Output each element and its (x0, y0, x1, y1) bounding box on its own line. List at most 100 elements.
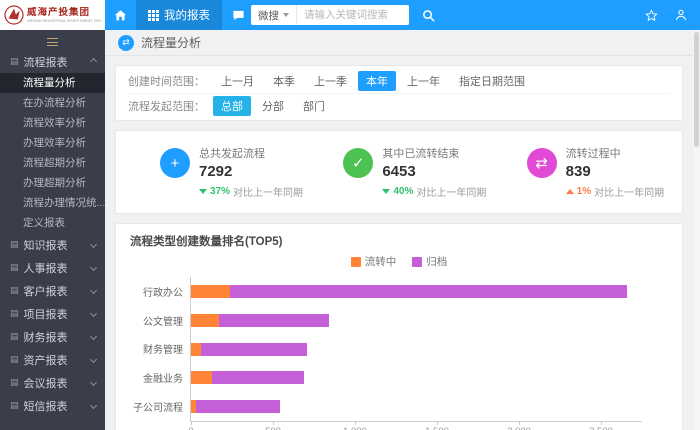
sidebar-subitem-4[interactable]: 流程超期分析 (0, 153, 105, 173)
sidebar-subitem-5[interactable]: 办理超期分析 (0, 173, 105, 193)
search-box: 微搜 (251, 5, 409, 25)
sidebar-subitem-7[interactable]: 定义报表 (0, 213, 105, 233)
sidebar-subitem-1[interactable]: 在办流程分析 (0, 93, 105, 113)
filter-option[interactable]: 分部 (254, 96, 292, 116)
tab-my-reports-label: 我的报表 (164, 7, 210, 23)
user-icon[interactable] (674, 8, 688, 22)
bar-金融业务-流转中 (191, 371, 212, 384)
axis-tick (273, 421, 274, 425)
stat-label: 流转过程中 (566, 145, 664, 161)
filter-option[interactable]: 上一季 (306, 71, 355, 91)
filter-label: 流程发起范围： (128, 98, 205, 114)
chart-plot: 行政办公公文管理财务管理金融业务子公司流程05001,0001,5002,000… (190, 277, 642, 422)
swap-icon: ⇄ (527, 148, 557, 178)
filter-option[interactable]: 指定日期范围 (451, 71, 533, 91)
trend-percent: 1% (577, 186, 591, 197)
stat-label: 其中已流转结束 (382, 145, 486, 161)
sidebar-section-6[interactable]: ▤资产报表 (0, 348, 105, 371)
bar-行政办公-流转中 (191, 285, 230, 298)
bar-行政办公-归档 (230, 285, 627, 298)
filter-option[interactable]: 部门 (295, 96, 333, 116)
section-icon: ▤ (10, 240, 19, 249)
trend-down-icon (382, 189, 390, 194)
stat-card-1: ✓其中已流转结束645340%对比上一年同期 (307, 145, 490, 199)
section-icon: ▤ (10, 355, 19, 364)
sidebar-collapse-button[interactable] (0, 34, 105, 50)
chevron-down-icon (90, 402, 97, 409)
sidebar-subitem-2[interactable]: 流程效率分析 (0, 113, 105, 133)
check-icon: ✓ (343, 148, 373, 178)
chart-card: 流程类型创建数量排名(TOP5) 流转中归档 行政办公公文管理财务管理金融业务子… (115, 223, 683, 430)
stat-value: 839 (566, 163, 664, 180)
section-icon: ▤ (10, 263, 19, 272)
sidebar-subitem-3[interactable]: 办理效率分析 (0, 133, 105, 153)
sidebar-section-label: 流程报表 (24, 54, 68, 70)
chevron-down-icon (90, 379, 97, 386)
sidebar-subitem-0[interactable]: 流程量分析 (0, 73, 105, 93)
trend-text: 对比上一年同期 (233, 184, 303, 199)
axis-tick-label: 1,500 (425, 426, 449, 430)
global-search: 微搜 (232, 0, 441, 30)
chevron-up-icon (90, 58, 97, 65)
plus-icon: + (160, 148, 190, 178)
legend-swatch (351, 257, 361, 267)
stat-trend: 37%对比上一年同期 (199, 184, 303, 199)
legend-item-流转中[interactable]: 流转中 (351, 254, 397, 269)
filter-option[interactable]: 上一年 (399, 71, 448, 91)
chevron-down-icon (90, 287, 97, 294)
legend-label: 流转中 (365, 254, 397, 269)
trend-percent: 37% (210, 186, 230, 197)
vertical-scrollbar[interactable] (693, 30, 700, 430)
axis-tick (191, 421, 192, 425)
chart-legend: 流转中归档 (130, 254, 668, 269)
trend-up-icon (566, 189, 574, 194)
star-icon[interactable] (645, 9, 658, 22)
stats-panel: +总共发起流程729237%对比上一年同期✓其中已流转结束645340%对比上一… (115, 130, 683, 214)
sidebar-section-1[interactable]: ▤知识报表 (0, 233, 105, 256)
hamburger-icon (47, 38, 58, 46)
chevron-down-icon (90, 356, 97, 363)
trend-down-icon (199, 189, 207, 194)
chevron-down-icon (90, 310, 97, 317)
axis-tick (437, 421, 438, 425)
sidebar-section-4[interactable]: ▤项目报表 (0, 302, 105, 325)
category-label: 子公司流程 (133, 392, 183, 421)
search-button[interactable] (415, 0, 441, 30)
sidebar-nav: ▤流程报表流程量分析在办流程分析流程效率分析办理效率分析流程超期分析办理超期分析… (0, 50, 105, 417)
sidebar-section-3[interactable]: ▤客户报表 (0, 279, 105, 302)
bar-金融业务-归档 (212, 371, 304, 384)
topbar-right (645, 8, 700, 22)
sidebar-section-5[interactable]: ▤财务报表 (0, 325, 105, 348)
axis-tick-label: 2,500 (589, 426, 613, 430)
filter-label: 创建时间范围： (128, 73, 205, 89)
sidebar-subitem-6[interactable]: 流程办理情况统... (0, 193, 105, 213)
sidebar-section-label: 会议报表 (24, 375, 68, 391)
home-button[interactable] (105, 0, 136, 30)
filter-option[interactable]: 本季 (265, 71, 303, 91)
legend-item-归档[interactable]: 归档 (412, 254, 447, 269)
filter-option[interactable]: 本年 (358, 71, 396, 91)
search-scope-dropdown[interactable]: 微搜 (251, 5, 297, 25)
filter-option[interactable]: 上一月 (213, 71, 262, 91)
company-logo[interactable]: 威海产投集团 WEIHAI INDUSTRIAL INVESTMENT GROU… (0, 0, 105, 30)
sidebar-section-7[interactable]: ▤会议报表 (0, 371, 105, 394)
main-content: ⇄ 流程量分析 创建时间范围：上一月本季上一季本年上一年指定日期范围流程发起范围… (105, 30, 693, 430)
axis-tick (355, 421, 356, 425)
bar-财务管理-归档 (201, 343, 308, 356)
stat-trend: 40%对比上一年同期 (382, 184, 486, 199)
stat-trend: 1%对比上一年同期 (566, 184, 664, 199)
search-scope-label: 微搜 (258, 8, 279, 23)
tab-my-reports[interactable]: 我的报表 (136, 0, 222, 30)
chart-title: 流程类型创建数量排名(TOP5) (130, 233, 668, 249)
sidebar-section-0[interactable]: ▤流程报表 (0, 50, 105, 73)
sidebar-section-8[interactable]: ▤短信报表 (0, 394, 105, 417)
sidebar-section-label: 客户报表 (24, 283, 68, 299)
search-input[interactable] (297, 5, 409, 25)
sidebar-section-2[interactable]: ▤人事报表 (0, 256, 105, 279)
scrollbar-thumb[interactable] (694, 32, 699, 147)
filter-option[interactable]: 总部 (213, 96, 251, 116)
company-logo-icon (4, 5, 24, 25)
sidebar-section-label: 财务报表 (24, 329, 68, 345)
company-name-en: WEIHAI INDUSTRIAL INVESTMENT GROUP CO.,L… (27, 18, 101, 23)
axis-tick (519, 421, 520, 425)
